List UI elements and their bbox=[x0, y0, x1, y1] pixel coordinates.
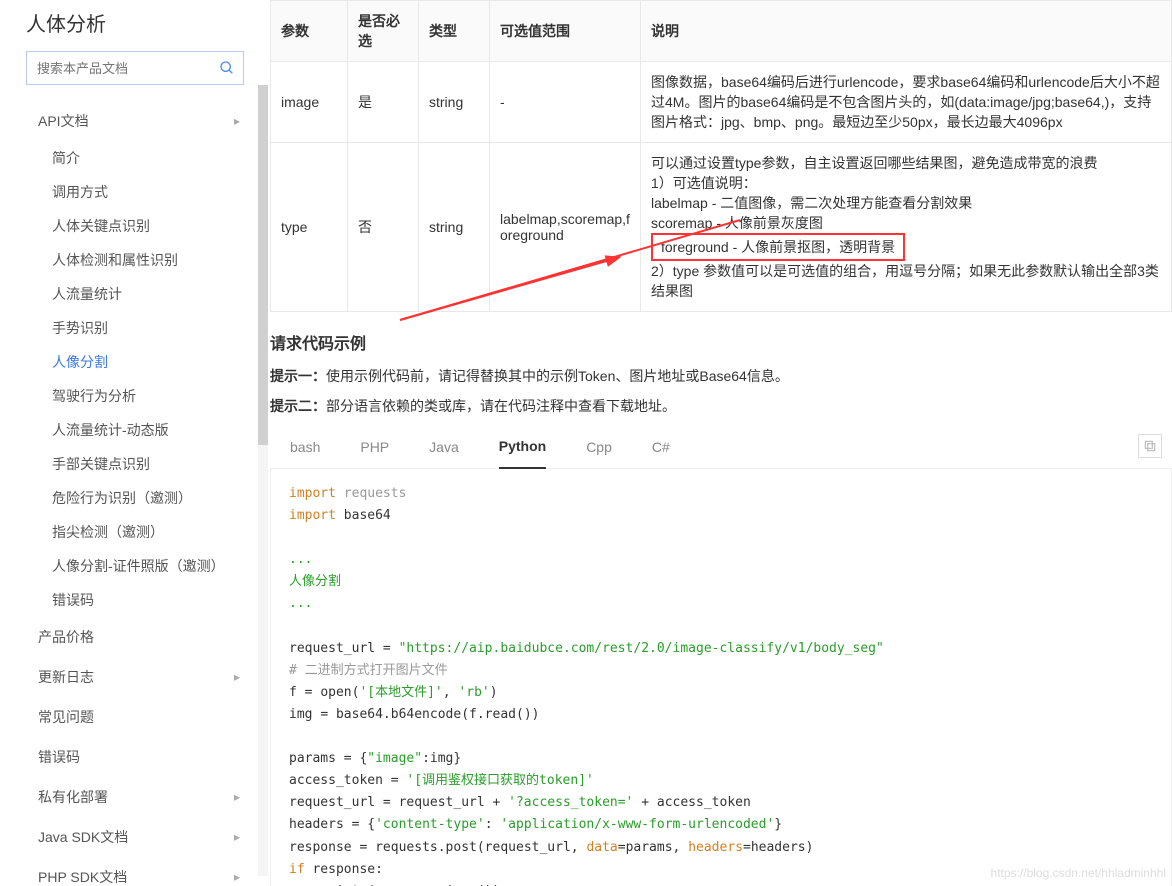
chevron-right-icon: ▸ bbox=[234, 830, 240, 844]
search-input[interactable] bbox=[35, 60, 219, 77]
nav-item[interactable]: 人体关键点识别 bbox=[10, 209, 260, 243]
code-tab-python[interactable]: Python bbox=[499, 425, 546, 469]
table-header: 说明 bbox=[641, 1, 1172, 62]
nav-section[interactable]: PHP SDK文档▸ bbox=[10, 857, 260, 886]
code-tab-c#[interactable]: C# bbox=[652, 426, 670, 468]
search-box[interactable] bbox=[26, 51, 244, 85]
table-cell: image bbox=[271, 62, 348, 143]
nav-item[interactable]: 手势识别 bbox=[10, 311, 260, 345]
nav-item[interactable]: 人体检测和属性识别 bbox=[10, 243, 260, 277]
table-cell: - bbox=[490, 62, 641, 143]
chevron-right-icon: ▸ bbox=[234, 790, 240, 804]
table-row: image是string-图像数据，base64编码后进行urlencode，要… bbox=[271, 62, 1172, 143]
nav-section[interactable]: Java SDK文档▸ bbox=[10, 817, 260, 857]
code-tab-cpp[interactable]: Cpp bbox=[586, 426, 612, 468]
nav-item[interactable]: 驾驶行为分析 bbox=[10, 379, 260, 413]
code-tab-java[interactable]: Java bbox=[429, 426, 459, 468]
main-content: 参数是否必选类型可选值范围说明 image是string-图像数据，base64… bbox=[270, 0, 1172, 886]
table-cell: 否 bbox=[348, 143, 419, 312]
tip-2: 提示二：部分语言依赖的类或库，请在代码注释中查看下载地址。 bbox=[270, 396, 1172, 416]
nav-item[interactable]: 人像分割-证件照版（邀测） bbox=[10, 549, 260, 583]
chevron-right-icon: ▸ bbox=[234, 670, 240, 684]
table-header: 类型 bbox=[419, 1, 490, 62]
nav-section[interactable]: 更新日志▸ bbox=[10, 657, 260, 697]
nav-section[interactable]: 错误码 bbox=[10, 737, 260, 777]
nav-item[interactable]: 人像分割 bbox=[10, 345, 260, 379]
nav-item[interactable]: 手部关键点识别 bbox=[10, 447, 260, 481]
code-tab-php[interactable]: PHP bbox=[360, 426, 389, 468]
table-cell: string bbox=[419, 143, 490, 312]
tip-1: 提示一：使用示例代码前，请记得替换其中的示例Token、图片地址或Base64信… bbox=[270, 366, 1172, 386]
nav-item[interactable]: 错误码 bbox=[10, 583, 260, 617]
nav-section[interactable]: API文档▸ bbox=[10, 101, 260, 141]
nav-item[interactable]: 指尖检测（邀测） bbox=[10, 515, 260, 549]
nav-item[interactable]: 危险行为识别（邀测） bbox=[10, 481, 260, 515]
sidebar-nav: API文档▸简介调用方式人体关键点识别人体检测和属性识别人流量统计手势识别人像分… bbox=[10, 101, 260, 886]
table-cell: 是 bbox=[348, 62, 419, 143]
table-cell: 图像数据，base64编码后进行urlencode，要求base64编码和url… bbox=[641, 62, 1172, 143]
nav-section[interactable]: 产品价格 bbox=[10, 617, 260, 657]
table-cell: 可以通过设置type参数，自主设置返回哪些结果图，避免造成带宽的浪费1）可选值说… bbox=[641, 143, 1172, 312]
nav-item[interactable]: 简介 bbox=[10, 141, 260, 175]
sidebar: 人体分析 API文档▸简介调用方式人体关键点识别人体检测和属性识别人流量统计手势… bbox=[0, 0, 270, 886]
search-icon bbox=[219, 60, 235, 76]
watermark: https://blog.csdn.net/hhladminhhl bbox=[991, 866, 1166, 880]
table-header: 参数 bbox=[271, 1, 348, 62]
code-tabs: bash PHP Java Python Cpp C# bbox=[270, 426, 1172, 469]
nav-section[interactable]: 私有化部署▸ bbox=[10, 777, 260, 817]
code-tab-bash[interactable]: bash bbox=[290, 426, 320, 468]
code-block: import requests import base64 ... 人像分割 .… bbox=[270, 469, 1172, 886]
nav-item[interactable]: 调用方式 bbox=[10, 175, 260, 209]
copy-icon[interactable] bbox=[1138, 434, 1162, 458]
param-table: 参数是否必选类型可选值范围说明 image是string-图像数据，base64… bbox=[270, 0, 1172, 312]
nav-item[interactable]: 人流量统计 bbox=[10, 277, 260, 311]
chevron-right-icon: ▸ bbox=[234, 870, 240, 884]
table-header: 是否必选 bbox=[348, 1, 419, 62]
nav-section[interactable]: 常见问题 bbox=[10, 697, 260, 737]
sidebar-title: 人体分析 bbox=[10, 0, 260, 51]
nav-item[interactable]: 人流量统计-动态版 bbox=[10, 413, 260, 447]
table-header: 可选值范围 bbox=[490, 1, 641, 62]
table-cell: labelmap,scoremap,foreground bbox=[490, 143, 641, 312]
chevron-right-icon: ▸ bbox=[234, 114, 240, 128]
sidebar-scrollbar[interactable] bbox=[258, 85, 268, 876]
table-cell: string bbox=[419, 62, 490, 143]
table-cell: type bbox=[271, 143, 348, 312]
request-example-heading: 请求代码示例 bbox=[270, 330, 1172, 354]
table-row: type否stringlabelmap,scoremap,foreground可… bbox=[271, 143, 1172, 312]
